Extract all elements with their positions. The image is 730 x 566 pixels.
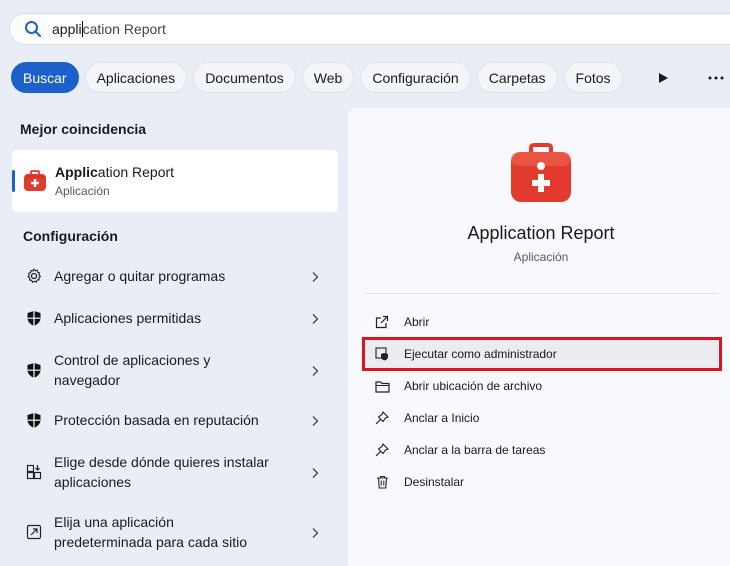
folder-icon [374, 378, 390, 394]
search-input[interactable]: application Report [52, 21, 166, 37]
search-typed-text: appli [52, 21, 82, 37]
best-match-name: Application Report [55, 164, 174, 180]
filter-buscar[interactable]: Buscar [11, 62, 79, 93]
admin-shield-icon [374, 346, 390, 362]
setting-label: Aplicaciones permitidas [54, 310, 202, 326]
filter-carpetas[interactable]: Carpetas [476, 62, 558, 93]
chevron-right-icon [310, 466, 320, 478]
best-match-heading: Mejor coincidencia [20, 121, 147, 137]
search-icon [24, 20, 42, 38]
setting-default-app-per-site[interactable]: Elija una aplicación predeterminada para… [12, 510, 338, 554]
shield-icon [24, 410, 44, 430]
setting-reputation-protection[interactable]: Protección basada en reputación [12, 404, 338, 436]
chevron-right-icon [310, 312, 320, 324]
setting-label: Elija una aplicación predeterminada para… [54, 514, 248, 550]
setting-allowed-apps[interactable]: Aplicaciones permitidas [12, 302, 338, 334]
play-icon[interactable] [650, 65, 676, 91]
detail-app-name: Application Report [467, 223, 615, 243]
best-match-type: Aplicación [55, 184, 110, 198]
best-match-name-highlight: Applic [55, 164, 98, 180]
chevron-right-icon [310, 526, 320, 538]
setting-label: Protección basada en reputación [54, 412, 259, 428]
divider [364, 293, 718, 294]
action-label: Anclar a Inicio [404, 411, 480, 425]
settings-heading: Configuración [23, 228, 118, 244]
filter-aplicaciones[interactable]: Aplicaciones [84, 62, 188, 93]
detail-app-type: Aplicación [513, 250, 569, 264]
pin-icon [374, 442, 390, 458]
best-match-name-rest: ation Report [97, 164, 175, 180]
action-open-file-location[interactable]: Abrir ubicación de archivo [362, 372, 718, 400]
open-external-icon [374, 314, 390, 330]
filter-documentos[interactable]: Documentos [193, 62, 296, 93]
filter-fotos[interactable]: Fotos [563, 62, 623, 93]
default-app-icon [24, 522, 44, 542]
search-bar[interactable]: application Report [9, 13, 730, 45]
search-suggestion-text: cation Report [82, 21, 166, 37]
action-label: Ejecutar como administrador [404, 347, 557, 361]
setting-app-browser-control[interactable]: Control de aplicaciones y navegador [12, 348, 338, 392]
more-options-icon[interactable] [703, 65, 729, 91]
chevron-right-icon [310, 414, 320, 426]
detail-pane: Application Report Aplicación Abrir Ejec… [348, 108, 730, 566]
setting-label: Elige desde dónde quieres instalar aplic… [54, 454, 269, 490]
app-install-icon [24, 462, 44, 482]
setting-app-install-source[interactable]: Elige desde dónde quieres instalar aplic… [12, 450, 338, 494]
action-pin-to-taskbar[interactable]: Anclar a la barra de tareas [362, 436, 718, 464]
action-label: Abrir ubicación de archivo [404, 379, 543, 393]
setting-label: Control de aplicaciones y navegador [54, 352, 211, 388]
shield-icon [24, 308, 44, 328]
filter-configuracion[interactable]: Configuración [360, 62, 471, 93]
filter-web[interactable]: Web [301, 62, 355, 93]
setting-label: Agregar o quitar programas [54, 268, 226, 284]
setting-add-remove-programs[interactable]: Agregar o quitar programas [12, 260, 338, 292]
action-label: Abrir [404, 315, 430, 329]
action-label: Anclar a la barra de tareas [404, 443, 546, 457]
first-aid-kit-icon [509, 140, 573, 204]
action-run-as-admin[interactable]: Ejecutar como administrador [362, 340, 718, 368]
action-label: Desinstalar [404, 475, 465, 489]
gear-icon [24, 266, 44, 286]
action-uninstall[interactable]: Desinstalar [362, 468, 718, 496]
chevron-right-icon [310, 270, 320, 282]
results-panel: Mejor coincidencia Application Report Ap… [0, 108, 346, 566]
action-open[interactable]: Abrir [362, 308, 718, 336]
shield-icon [24, 360, 44, 380]
first-aid-kit-icon [23, 169, 47, 193]
pin-icon [374, 410, 390, 426]
filter-bar: Buscar Aplicaciones Documentos Web Confi… [11, 62, 623, 93]
trash-icon [374, 474, 390, 490]
action-pin-to-start[interactable]: Anclar a Inicio [362, 404, 718, 432]
chevron-right-icon [310, 364, 320, 376]
selection-indicator [12, 170, 15, 192]
best-match-result[interactable]: Application Report Aplicación [12, 150, 338, 212]
